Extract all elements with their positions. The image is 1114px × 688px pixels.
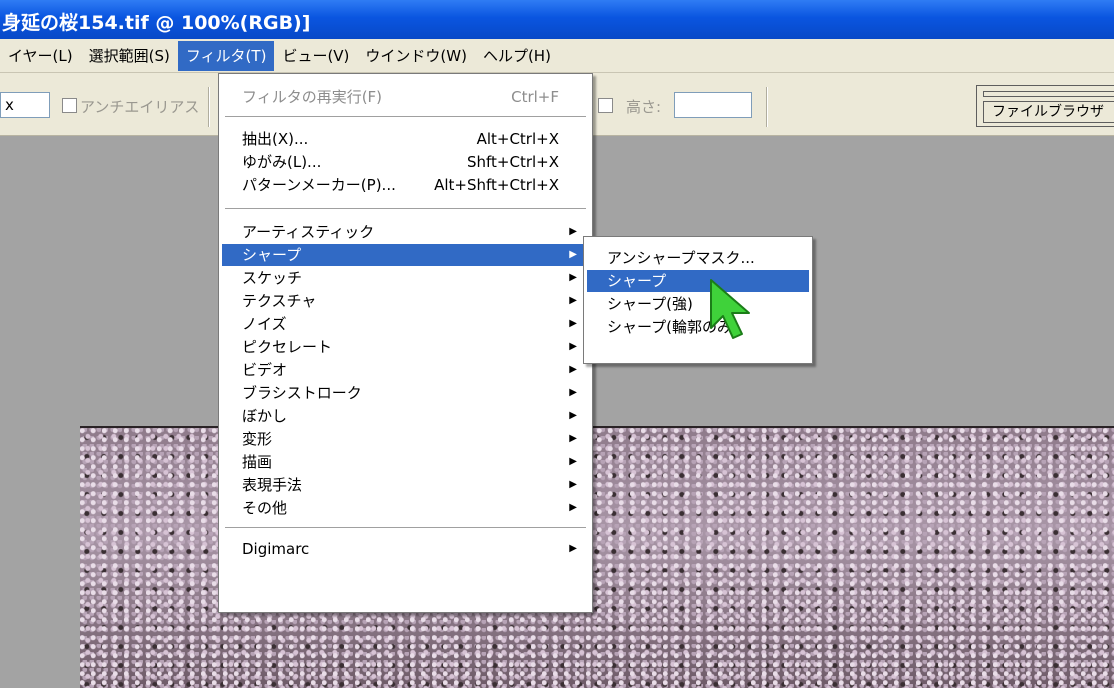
menu-filter[interactable]: フィルタ(T) [177, 40, 275, 71]
submenu-arrow-icon: ▶ [569, 295, 577, 306]
window-title: 身延の桜154.tif @ 100%(RGB)] [0, 0, 1114, 39]
distort-label: 変形 [242, 430, 273, 448]
menu-select[interactable]: 選択範囲(S) [81, 41, 178, 71]
submenu-arrow-icon: ▶ [569, 456, 577, 467]
menu-item-sketch[interactable]: スケッチ ▶ [222, 267, 589, 289]
menu-help[interactable]: ヘルプ(H) [475, 41, 559, 71]
submenu-arrow-icon: ▶ [569, 341, 577, 352]
sharpen-submenu: アンシャープマスク... シャープ シャープ(強) シャープ(輪郭のみ) [583, 236, 813, 364]
menu-layer[interactable]: イヤー(L) [0, 41, 81, 71]
submenu-arrow-icon: ▶ [569, 272, 577, 283]
pattern-maker-shortcut: Alt+Shft+Ctrl+X [434, 176, 559, 194]
mouse-pointer-icon [710, 279, 750, 339]
submenu-arrow-icon: ▶ [569, 249, 577, 260]
menu-bar: イヤー(L) 選択範囲(S) フィルタ(T) ビュー(V) ウインドウ(W) ヘ… [0, 39, 1114, 73]
menu-item-render[interactable]: 描画 ▶ [222, 451, 589, 473]
video-label: ビデオ [242, 361, 288, 379]
render-label: 描画 [242, 453, 273, 471]
palette-well: ファイルブラウザ [976, 85, 1114, 127]
submenu-arrow-icon: ▶ [569, 479, 577, 490]
artistic-label: アーティスティック [242, 223, 375, 241]
menu-window[interactable]: ウインドウ(W) [357, 41, 475, 71]
menu-item-video[interactable]: ビデオ ▶ [222, 359, 589, 381]
submenu-item-unsharp-mask[interactable]: アンシャープマスク... [587, 247, 809, 269]
menu-item-artistic[interactable]: アーティスティック ▶ [222, 221, 589, 243]
submenu-arrow-icon: ▶ [569, 318, 577, 329]
sketch-label: スケッチ [242, 269, 303, 287]
menu-item-digimarc[interactable]: Digimarc ▶ [222, 538, 589, 560]
blur-label: ぼかし [242, 407, 288, 425]
palette-well-top [983, 91, 1114, 97]
digimarc-label: Digimarc [242, 540, 310, 558]
menu-item-stylize[interactable]: 表現手法 ▶ [222, 474, 589, 496]
menu-item-texture[interactable]: テクスチャ ▶ [222, 290, 589, 312]
other-label: その他 [242, 499, 288, 517]
size-field[interactable]: x [0, 92, 50, 118]
extract-label: 抽出(X)... [242, 130, 309, 148]
menu-item-sharpen[interactable]: シャープ ▶ [222, 244, 589, 266]
menu-separator [225, 116, 586, 118]
menu-item-liquify[interactable]: ゆがみ(L)... Shft+Ctrl+X [222, 151, 589, 173]
submenu-item-sharpen[interactable]: シャープ [587, 270, 809, 292]
submenu-arrow-icon: ▶ [569, 433, 577, 444]
noise-label: ノイズ [242, 315, 287, 333]
submenu-item-sharpen-edges[interactable]: シャープ(輪郭のみ) [587, 316, 809, 338]
brush-strokes-label: ブラシストローク [242, 384, 362, 402]
menu-separator [225, 527, 586, 529]
menu-item-last-filter[interactable]: フィルタの再実行(F) Ctrl+F [222, 86, 589, 108]
submenu-arrow-icon: ▶ [569, 410, 577, 421]
stylize-label: 表現手法 [242, 476, 303, 494]
sharpen-label: シャープ [242, 246, 302, 264]
menu-item-distort[interactable]: 変形 ▶ [222, 428, 589, 450]
submenu-arrow-icon: ▶ [569, 387, 577, 398]
menu-item-other[interactable]: その他 ▶ [222, 497, 589, 519]
liquify-label: ゆがみ(L)... [242, 153, 322, 171]
submenu-arrow-icon: ▶ [569, 226, 577, 237]
menu-separator [225, 208, 586, 210]
submenu-arrow-icon: ▶ [569, 502, 577, 513]
last-filter-label: フィルタの再実行(F) [242, 88, 383, 106]
texture-label: テクスチャ [242, 292, 317, 310]
antialias-label: アンチエイリアス [80, 98, 200, 116]
filter-menu: フィルタの再実行(F) Ctrl+F 抽出(X)... Alt+Ctrl+X ゆ… [218, 73, 593, 613]
antialias-checkbox[interactable] [62, 98, 77, 113]
height-field[interactable] [674, 92, 752, 118]
submenu-arrow-icon: ▶ [569, 543, 577, 554]
file-browser-tab[interactable]: ファイルブラウザ [983, 101, 1114, 123]
menu-item-pixelate[interactable]: ピクセレート ▶ [222, 336, 589, 358]
pixelate-label: ピクセレート [242, 338, 333, 356]
height-label: 高さ: [626, 98, 662, 116]
last-filter-shortcut: Ctrl+F [511, 88, 559, 106]
menu-item-brush-strokes[interactable]: ブラシストローク ▶ [222, 382, 589, 404]
menu-item-noise[interactable]: ノイズ ▶ [222, 313, 589, 335]
menu-view[interactable]: ビュー(V) [274, 41, 357, 71]
menu-item-pattern-maker[interactable]: パターンメーカー(P)... Alt+Shft+Ctrl+X [222, 174, 589, 196]
option-checkbox[interactable] [598, 98, 613, 113]
extract-shortcut: Alt+Ctrl+X [476, 130, 559, 148]
options-divider [208, 87, 210, 127]
menu-item-blur[interactable]: ぼかし ▶ [222, 405, 589, 427]
submenu-arrow-icon: ▶ [569, 364, 577, 375]
pattern-maker-label: パターンメーカー(P)... [242, 176, 396, 194]
options-divider-2 [766, 87, 768, 127]
liquify-shortcut: Shft+Ctrl+X [466, 153, 559, 171]
submenu-item-sharpen-more[interactable]: シャープ(強) [587, 293, 809, 315]
menu-item-extract[interactable]: 抽出(X)... Alt+Ctrl+X [222, 128, 589, 150]
